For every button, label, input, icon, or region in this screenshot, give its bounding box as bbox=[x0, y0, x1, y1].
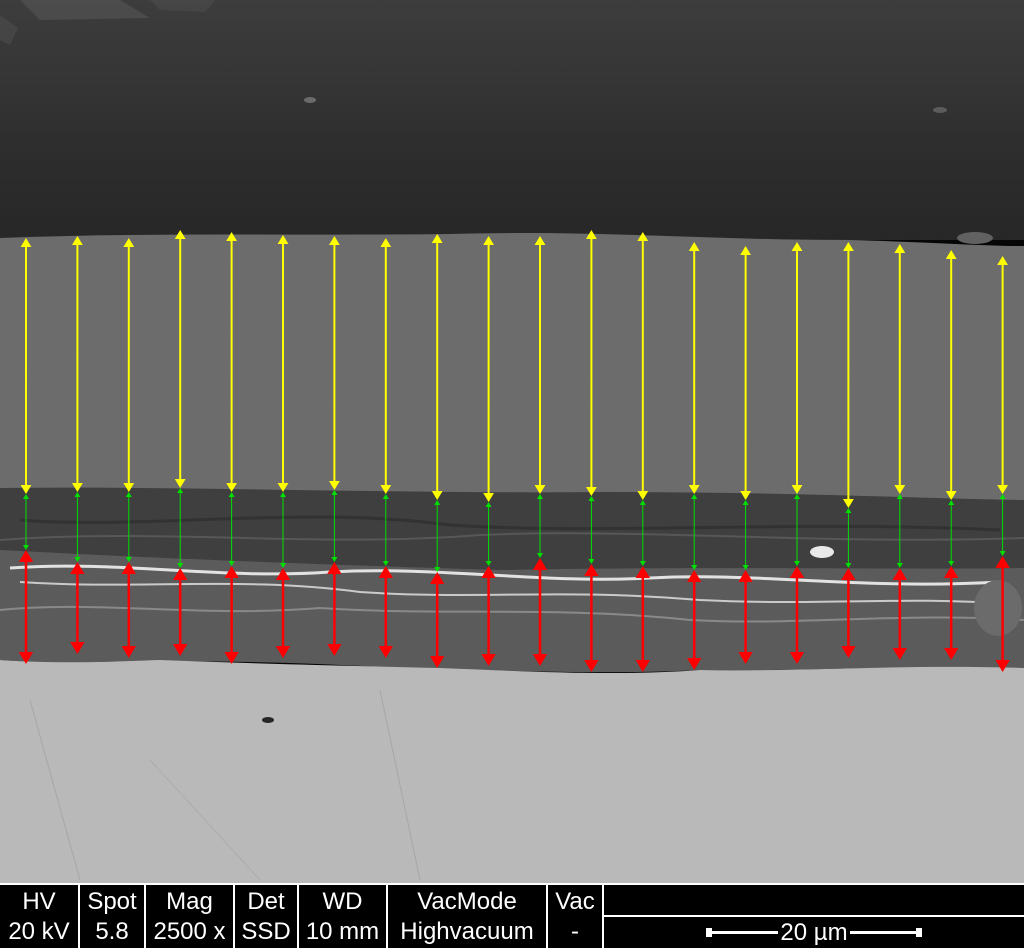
hv-value: 20 kV bbox=[8, 918, 70, 945]
scale-top bbox=[604, 885, 1024, 917]
scale-cell: 20 µm bbox=[604, 885, 1024, 948]
wd-cell: WD 10 mm bbox=[299, 885, 388, 948]
vacmode-value: Highvacuum bbox=[400, 918, 534, 945]
scale-bar-right-cap bbox=[915, 928, 922, 937]
mag-cell: Mag 2500 x bbox=[146, 885, 235, 948]
det-value: SSD bbox=[241, 918, 291, 945]
scale-bar: 20 µm bbox=[706, 918, 922, 947]
vacmode-label: VacMode bbox=[417, 888, 517, 915]
sem-databar: HV 20 kV Spot 5.8 Mag 2500 x Det SSD WD … bbox=[0, 883, 1024, 948]
vac-cell: Vac - bbox=[548, 885, 604, 948]
det-cell: Det SSD bbox=[235, 885, 299, 948]
micrograph-canvas bbox=[0, 0, 1024, 883]
vac-label: Vac bbox=[555, 888, 595, 915]
vac-value: - bbox=[571, 918, 579, 945]
wd-value: 10 mm bbox=[305, 918, 380, 945]
scale-bar-label: 20 µm bbox=[780, 918, 848, 946]
scale-bar-right-line bbox=[849, 931, 916, 934]
mag-value: 2500 x bbox=[153, 918, 226, 945]
vacmode-cell: VacMode Highvacuum bbox=[388, 885, 548, 948]
scale-bottom: 20 µm bbox=[604, 917, 1024, 948]
det-label: Det bbox=[247, 888, 285, 915]
hv-label: HV bbox=[22, 888, 56, 915]
hv-cell: HV 20 kV bbox=[0, 885, 80, 948]
wd-label: WD bbox=[322, 888, 363, 915]
spot-label: Spot bbox=[87, 888, 137, 915]
spot-cell: Spot 5.8 bbox=[80, 885, 146, 948]
spot-value: 5.8 bbox=[95, 918, 129, 945]
sem-micrograph bbox=[0, 0, 1024, 883]
scale-bar-left-line bbox=[712, 931, 779, 934]
mag-label: Mag bbox=[166, 888, 213, 915]
